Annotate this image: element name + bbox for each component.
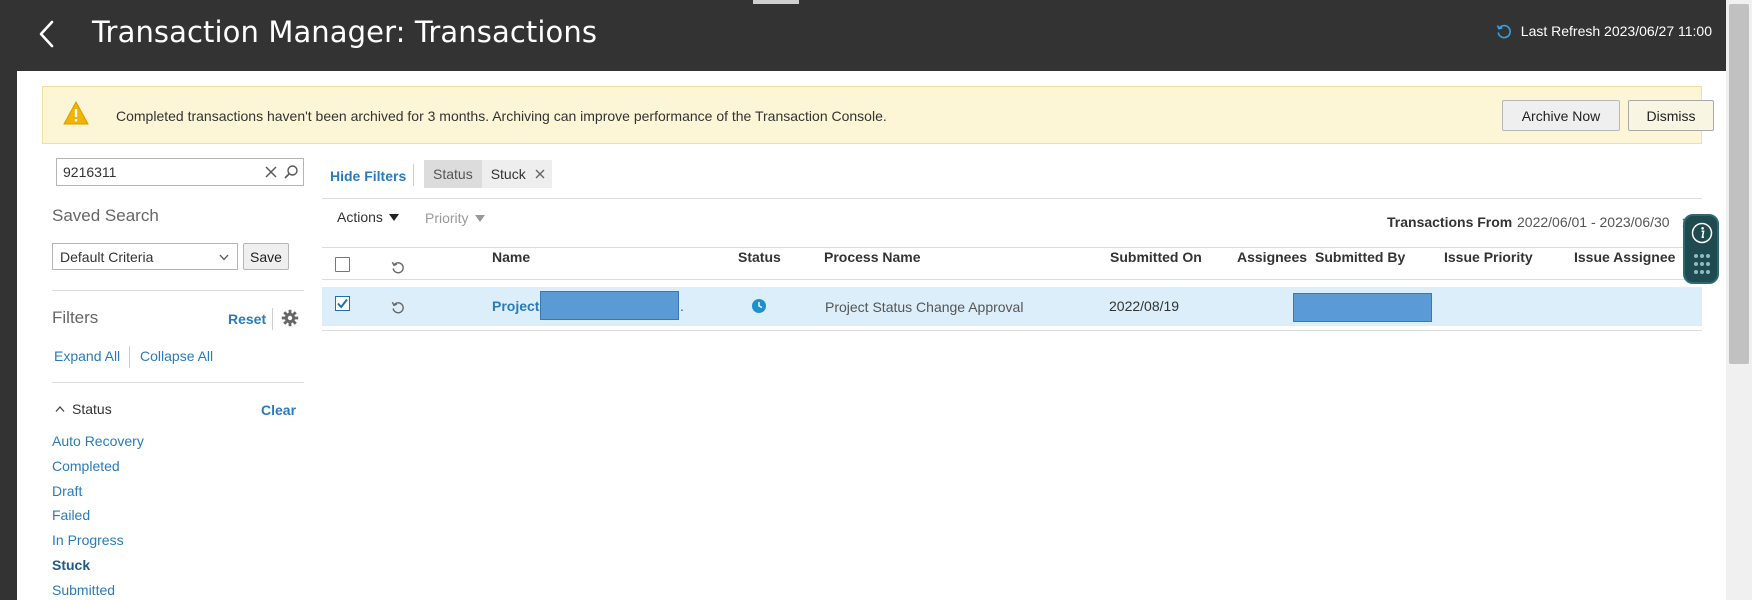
column-submitted-by[interactable]: Submitted By bbox=[1315, 249, 1405, 265]
divider bbox=[322, 198, 1702, 199]
column-name[interactable]: Name bbox=[492, 249, 530, 265]
actions-menu-button[interactable]: Actions bbox=[337, 209, 399, 225]
divider bbox=[52, 290, 304, 291]
saved-search-label: Saved Search bbox=[52, 206, 159, 225]
column-submitted-on[interactable]: Submitted On bbox=[1110, 249, 1202, 265]
info-widget[interactable] bbox=[1683, 214, 1719, 284]
main-content: Completed transactions haven't been arch… bbox=[17, 71, 1726, 600]
expand-all-link[interactable]: Expand All bbox=[54, 348, 120, 364]
reset-filters-link[interactable]: Reset bbox=[228, 311, 266, 327]
status-option-draft[interactable]: Draft bbox=[52, 482, 144, 507]
search-icon[interactable] bbox=[283, 164, 299, 180]
clear-status-link[interactable]: Clear bbox=[261, 402, 296, 418]
row-checkbox[interactable] bbox=[335, 296, 350, 311]
redacted-submitted-by bbox=[1293, 293, 1432, 322]
caret-down-icon bbox=[474, 214, 485, 222]
status-option-submitted[interactable]: Submitted bbox=[52, 581, 144, 600]
column-status[interactable]: Status bbox=[738, 249, 781, 265]
remove-chip-icon[interactable] bbox=[534, 168, 546, 180]
process-name-cell: Project Status Change Approval bbox=[825, 299, 1024, 315]
checkbox-checked-icon bbox=[335, 296, 350, 311]
vertical-scrollbar[interactable] bbox=[1726, 0, 1752, 600]
column-assignees[interactable]: Assignees bbox=[1237, 249, 1307, 265]
divider bbox=[322, 330, 1702, 331]
status-option-completed[interactable]: Completed bbox=[52, 457, 144, 482]
info-icon[interactable] bbox=[1691, 222, 1713, 244]
clock-icon bbox=[752, 299, 766, 313]
chevron-up-icon bbox=[55, 406, 65, 412]
status-option-auto-recovery[interactable]: Auto Recovery bbox=[52, 432, 144, 457]
priority-menu-button[interactable]: Priority bbox=[425, 210, 485, 226]
apps-grid-icon[interactable] bbox=[1693, 253, 1711, 275]
status-filter-heading: Status bbox=[72, 401, 112, 417]
chevron-down-icon bbox=[219, 254, 229, 261]
actions-label: Actions bbox=[337, 209, 383, 225]
name-suffix: . bbox=[680, 298, 684, 314]
dismiss-button[interactable]: Dismiss bbox=[1628, 100, 1714, 131]
refresh-icon[interactable] bbox=[1495, 22, 1513, 40]
chip-value-text: Stuck bbox=[490, 166, 526, 182]
redacted-name bbox=[540, 291, 679, 320]
refresh-area[interactable]: Last Refresh 2023/06/27 11:00 bbox=[1495, 22, 1712, 40]
transactions-from-label: Transactions From bbox=[1387, 214, 1513, 230]
divider bbox=[322, 247, 1702, 248]
select-all-checkbox[interactable] bbox=[335, 257, 350, 272]
column-issue-priority[interactable]: Issue Priority bbox=[1444, 249, 1533, 265]
column-process-name[interactable]: Process Name bbox=[824, 249, 921, 265]
priority-label: Priority bbox=[425, 210, 469, 226]
status-option-failed[interactable]: Failed bbox=[52, 506, 144, 531]
app-header: Transaction Manager: Transactions Last R… bbox=[0, 0, 1752, 71]
search-input[interactable] bbox=[57, 159, 257, 185]
collapse-all-link[interactable]: Collapse All bbox=[140, 348, 213, 364]
gear-icon[interactable] bbox=[281, 309, 299, 327]
saved-search-value: Default Criteria bbox=[60, 248, 154, 265]
submitted-on-cell: 2022/08/19 bbox=[1109, 298, 1180, 314]
separator bbox=[413, 164, 414, 186]
transactions-from-range[interactable]: 2022/06/01 - 2023/06/30 bbox=[1517, 214, 1670, 230]
filters-label: Filters bbox=[52, 308, 99, 327]
back-button[interactable] bbox=[32, 14, 62, 54]
status-option-in-progress[interactable]: In Progress bbox=[52, 531, 144, 556]
warning-icon bbox=[63, 101, 89, 125]
chip-label: Status bbox=[424, 160, 482, 188]
status-filter-toggle[interactable]: Status bbox=[54, 401, 112, 417]
page-title: Transaction Manager: Transactions bbox=[92, 15, 598, 49]
archive-now-button[interactable]: Archive Now bbox=[1502, 100, 1620, 131]
status-filter-list: Auto Recovery Completed Draft Failed In … bbox=[52, 432, 144, 600]
separator bbox=[129, 346, 130, 368]
chevron-left-icon bbox=[39, 20, 54, 48]
scrollbar-thumb[interactable] bbox=[1729, 4, 1749, 364]
undo-icon[interactable] bbox=[390, 259, 406, 275]
separator bbox=[272, 308, 273, 330]
last-refresh-text: Last Refresh 2023/06/27 11:00 bbox=[1520, 23, 1712, 39]
hide-filters-link[interactable]: Hide Filters bbox=[330, 168, 406, 184]
save-search-button[interactable]: Save bbox=[243, 243, 289, 270]
banner-message: Completed transactions haven't been arch… bbox=[116, 108, 887, 124]
column-issue-assignee[interactable]: Issue Assignee bbox=[1574, 249, 1675, 265]
divider bbox=[322, 279, 1702, 280]
search-field[interactable] bbox=[56, 158, 304, 186]
undo-icon[interactable] bbox=[390, 299, 406, 315]
header-tab-indicator bbox=[753, 0, 799, 4]
status-filter-chip: Status Stuck bbox=[424, 160, 552, 188]
status-option-stuck[interactable]: Stuck bbox=[52, 556, 144, 581]
divider bbox=[52, 382, 304, 383]
chip-value: Stuck bbox=[481, 160, 552, 188]
clear-search-icon[interactable] bbox=[263, 164, 279, 180]
caret-down-icon bbox=[388, 213, 399, 221]
transaction-name-link[interactable]: Project bbox=[492, 298, 539, 314]
archive-warning-banner: Completed transactions haven't been arch… bbox=[42, 86, 1714, 144]
saved-search-select[interactable]: Default Criteria bbox=[52, 243, 238, 270]
